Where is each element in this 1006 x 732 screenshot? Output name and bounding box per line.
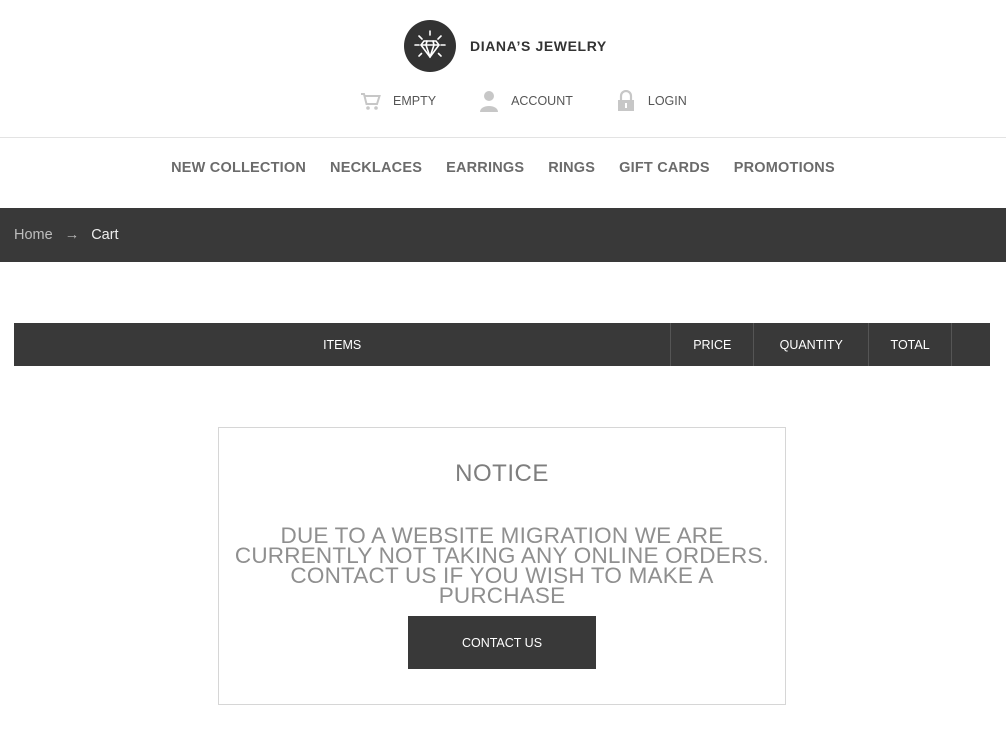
notice-message: DUE TO A WEBSITE MIGRATION WE ARE CURREN… <box>234 523 770 608</box>
cart-icon <box>360 90 382 112</box>
column-quantity: QUANTITY <box>753 323 868 366</box>
column-total: TOTAL <box>868 323 951 366</box>
column-items: ITEMS <box>323 337 362 352</box>
breadcrumb-separator: → <box>64 227 80 243</box>
nav-promotions[interactable]: PROMOTIONS <box>734 160 835 176</box>
contact-us-button[interactable]: CONTACT US <box>408 616 596 669</box>
user-links: EMPTY ACCOUNT LOGIN <box>360 90 687 112</box>
column-price: PRICE <box>670 323 753 366</box>
nav-gift-cards[interactable]: GIFT CARDS <box>619 160 710 176</box>
column-remove <box>951 323 990 366</box>
breadcrumb: Home → Cart <box>0 208 1006 262</box>
main-nav: NEW COLLECTION NECKLACES EARRINGS RINGS … <box>0 160 1006 176</box>
lock-icon <box>615 90 637 112</box>
breadcrumb-home[interactable]: Home <box>14 227 53 243</box>
site-header: DIANA’S JEWELRY EMPTY ACCOUNT LOGIN <box>0 0 1006 138</box>
account-link[interactable]: ACCOUNT <box>478 90 573 112</box>
brand-name: DIANA’S JEWELRY <box>470 38 607 54</box>
nav-rings[interactable]: RINGS <box>548 160 595 176</box>
brand-logo[interactable]: DIANA’S JEWELRY <box>404 20 607 72</box>
diamond-icon <box>404 20 456 72</box>
breadcrumb-current: Cart <box>91 227 119 243</box>
user-icon <box>478 90 500 112</box>
cart-link[interactable]: EMPTY <box>360 90 436 112</box>
cart-table-header: ITEMS PRICE QUANTITY TOTAL <box>14 323 990 366</box>
login-link-label: LOGIN <box>647 94 687 108</box>
nav-new-collection[interactable]: NEW COLLECTION <box>171 160 306 176</box>
login-link[interactable]: LOGIN <box>615 90 687 112</box>
cart-link-label: EMPTY <box>393 94 437 108</box>
notice-title: NOTICE <box>455 460 549 487</box>
nav-necklaces[interactable]: NECKLACES <box>330 160 422 176</box>
account-link-label: ACCOUNT <box>511 94 573 108</box>
nav-earrings[interactable]: EARRINGS <box>446 160 524 176</box>
notice-box: NOTICE DUE TO A WEBSITE MIGRATION WE ARE… <box>218 427 786 705</box>
